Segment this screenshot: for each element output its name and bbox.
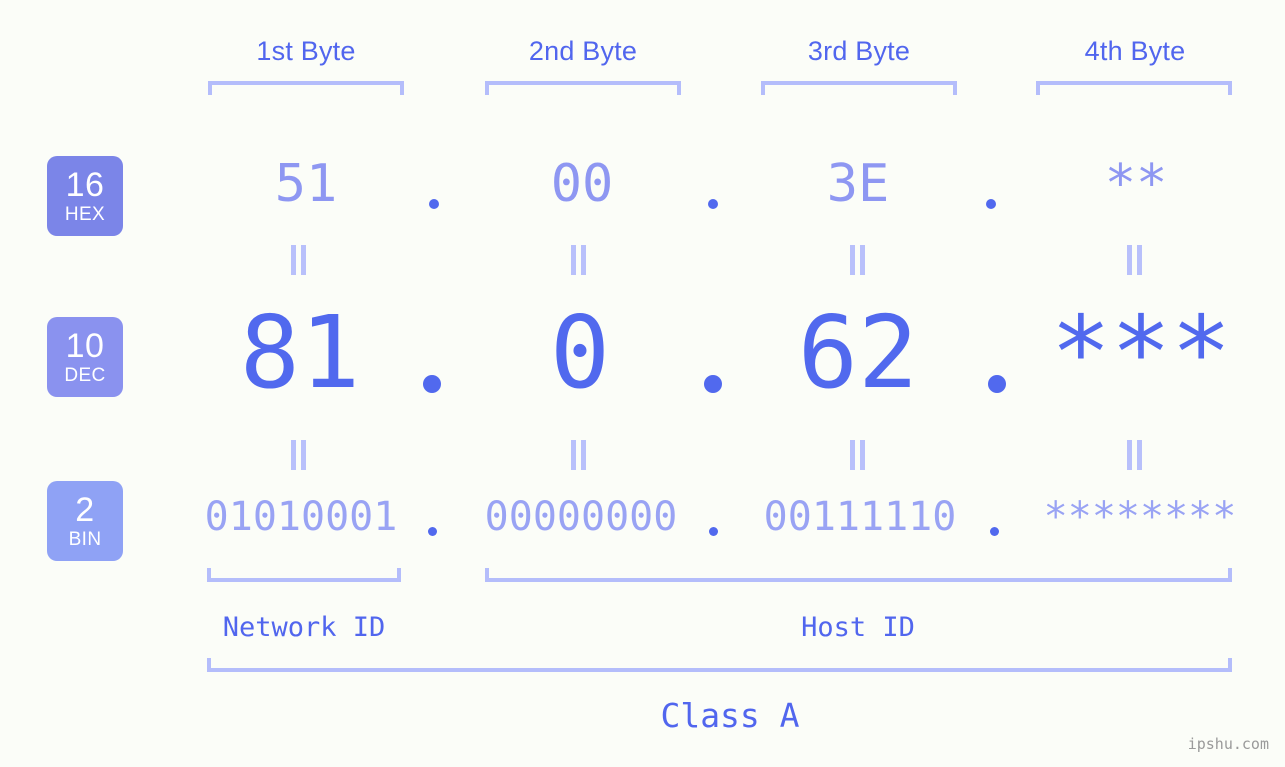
hex-octet-3: 3E [826, 154, 890, 214]
host-id-bracket [485, 568, 1232, 582]
base-badge-hex-number: 16 [65, 166, 105, 204]
dec-octet-3: 62 [797, 294, 919, 411]
site-watermark: ipshu.com [1187, 735, 1269, 753]
base-badge-bin-name: BIN [68, 529, 102, 550]
class-bracket [207, 658, 1232, 672]
dec-octet-1: 81 [239, 294, 361, 411]
byte-bracket-top-3 [761, 81, 957, 95]
bin-separator-1 [428, 527, 437, 536]
byte-bracket-top-1 [208, 81, 404, 95]
base-badge-dec-number: 10 [65, 327, 105, 365]
bin-octet-4: ******** [1043, 494, 1237, 540]
base-badge-dec-name: DEC [64, 365, 106, 386]
equals-mark-hex-dec-2 [571, 245, 586, 275]
network-id-label: Network ID [222, 612, 386, 643]
byte-header-1: 1st Byte [256, 36, 356, 66]
equals-mark-hex-dec-3 [850, 245, 865, 275]
dec-separator-3 [988, 375, 1006, 393]
dec-separator-1 [423, 375, 441, 393]
bin-octet-1: 01010001 [204, 494, 398, 540]
bin-octet-3: 00111110 [763, 494, 957, 540]
hex-octet-4: ** [1104, 154, 1168, 214]
base-badge-bin[interactable]: 2 BIN [47, 481, 123, 561]
hex-separator-3 [986, 199, 996, 209]
hex-separator-2 [708, 199, 718, 209]
dec-octet-2: 0 [549, 294, 611, 411]
hex-separator-1 [429, 199, 439, 209]
hex-octet-2: 00 [550, 154, 614, 214]
byte-header-3: 3rd Byte [807, 36, 911, 66]
dec-separator-2 [704, 375, 722, 393]
equals-mark-dec-bin-1 [291, 440, 306, 470]
byte-bracket-top-4 [1036, 81, 1232, 95]
class-label: Class A [660, 696, 800, 735]
equals-mark-dec-bin-2 [571, 440, 586, 470]
equals-mark-dec-bin-4 [1127, 440, 1142, 470]
equals-mark-hex-dec-1 [291, 245, 306, 275]
ip-address-breakdown-diagram: 1st Byte 2nd Byte 3rd Byte 4th Byte 16 H… [0, 0, 1285, 767]
bin-octet-2: 00000000 [484, 494, 678, 540]
dec-octet-4: *** [1050, 294, 1232, 411]
host-id-label: Host ID [801, 612, 915, 643]
base-badge-dec[interactable]: 10 DEC [47, 317, 123, 397]
byte-header-4: 4th Byte [1084, 36, 1186, 66]
base-badge-hex[interactable]: 16 HEX [47, 156, 123, 236]
equals-mark-dec-bin-3 [850, 440, 865, 470]
bin-separator-3 [990, 527, 999, 536]
network-id-bracket [207, 568, 401, 582]
byte-bracket-top-2 [485, 81, 681, 95]
equals-mark-hex-dec-4 [1127, 245, 1142, 275]
byte-header-2: 2nd Byte [528, 36, 638, 66]
hex-octet-1: 51 [274, 154, 338, 214]
base-badge-bin-number: 2 [75, 491, 95, 529]
base-badge-hex-name: HEX [64, 204, 106, 225]
bin-separator-2 [709, 527, 718, 536]
